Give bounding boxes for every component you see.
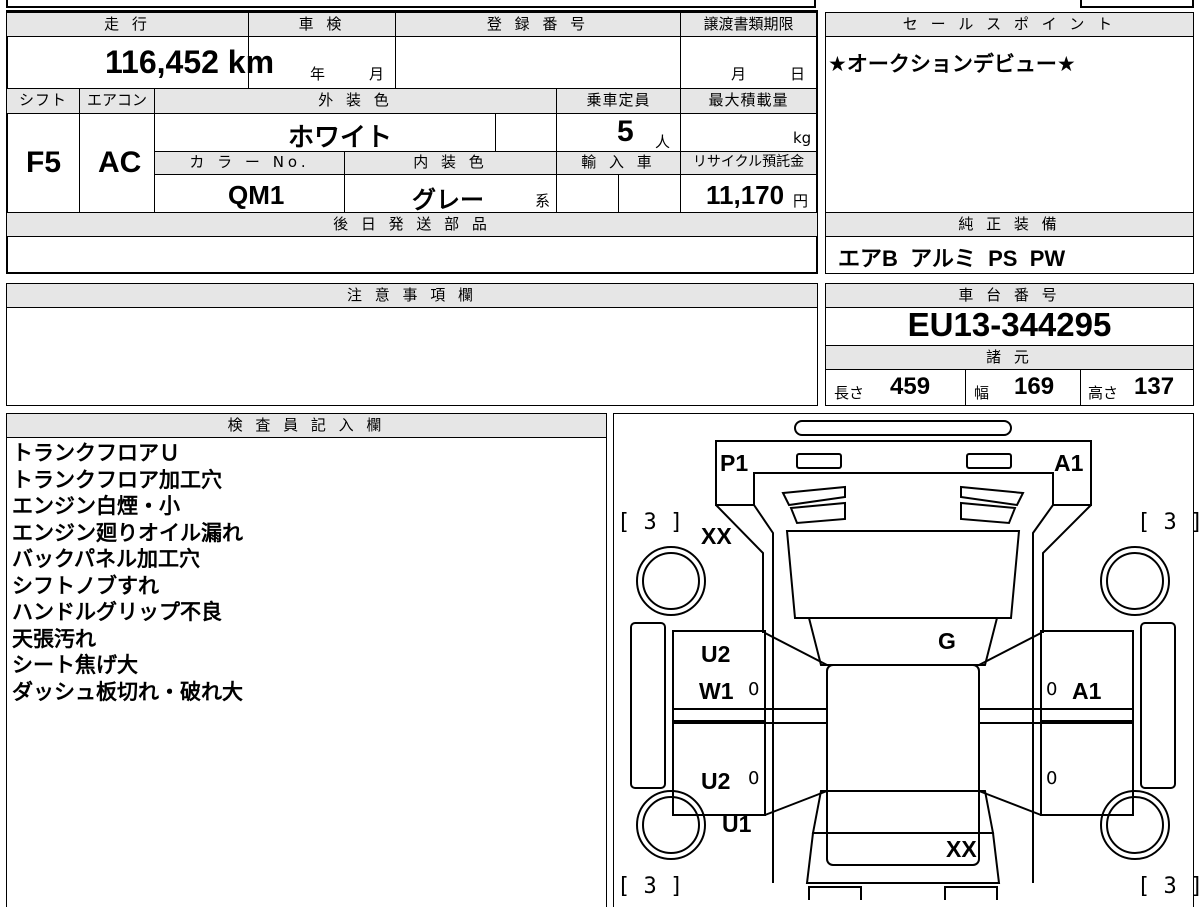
shift-value: F5 [26,146,62,179]
mark-roof: G [938,628,956,654]
top-row-cutoff [6,0,816,8]
inspector-item: 天張汚れ [12,626,96,651]
inspection-year: 年 [310,65,326,83]
inspector-list: トランクフロアＵ トランクフロア加工穴 エンジン白煙・小 エンジン廻りオイル漏れ… [12,440,243,705]
mark-zero-right-1: 0 [1046,679,1058,700]
max-load-unit: kg [793,129,812,147]
header-capacity: 乗車定員 [556,88,681,114]
mark-zero-right-2: 0 [1046,768,1058,789]
cell-exterior-sub [495,113,557,152]
mark-hood: XX [946,836,977,862]
header-max-load: 最大積載量 [680,88,817,114]
interior-color-value: グレー [412,187,484,214]
header-shift: シフト [6,88,80,114]
width-label: 幅 [974,384,990,402]
header-interior-color: 内 装 色 [344,151,557,175]
mark-front-fender-left: U1 [722,811,752,837]
header-equipment: 純 正 装 備 [825,212,1194,237]
cell-later-parts [6,236,818,274]
header-later-parts: 後 日 発 送 部 品 [6,212,818,237]
height-label: 高さ [1088,384,1119,402]
notes-box [6,307,818,406]
width-value: 169 [1014,373,1055,400]
mark-front-door-left: U2 [701,768,731,794]
mark-rear-right: A1 [1054,450,1084,476]
inspector-item: トランクフロアＵ [12,441,180,465]
inspector-item: シート焦げ大 [12,653,138,677]
header-recycle-fee: リサイクル預託金 [680,151,817,175]
exterior-color-value: ホワイト [288,122,393,152]
cell-import [556,174,619,213]
header-sales-point: セ ー ル ス ポ イ ン ト [825,12,1194,37]
inspection-month: 月 [369,65,385,83]
mark-rear-door-left-2: W1 [699,678,734,704]
header-color-no: カ ラ ー No. [154,151,345,175]
inspector-item: ダッシュ板切れ・破れ大 [12,679,243,704]
inspector-item: ハンドルグリップ不良 [12,600,222,624]
interior-color-suffix: 系 [535,192,551,210]
mark-tire-front-left: [ 3 ] [617,874,684,899]
header-specs: 諸 元 [825,345,1194,370]
length-label: 長さ [834,384,865,402]
inspector-item: エンジン廻りオイル漏れ [12,520,243,545]
capacity-unit: 人 [655,133,671,151]
inspector-item: トランクフロア加工穴 [12,467,222,492]
height-value: 137 [1134,373,1175,400]
inspector-item: バックパネル加工穴 [12,547,200,571]
header-transfer-deadline: 譲渡書類期限 [680,12,817,37]
sales-point-text: ★オークションデビュー★ [828,52,1076,76]
mark-tire-rear-left: [ 3 ] [617,510,684,535]
cell-import-sub [618,174,681,213]
header-exterior-color: 外 装 色 [154,88,557,114]
header-chassis: 車 台 番 号 [825,283,1194,308]
mark-rear-door-right: A1 [1072,678,1102,704]
header-mileage: 走 行 [6,12,249,37]
mark-tire-front-right: [ 3 ] [1137,874,1200,899]
header-notes: 注 意 事 項 欄 [6,283,818,308]
chassis-number: EU13-344295 [907,306,1112,343]
header-registration: 登 録 番 号 [395,12,681,37]
aircon-value: AC [98,146,142,179]
recycle-fee-value: 11,170 [706,180,785,210]
header-aircon: エアコン [79,88,155,114]
inspector-item: シフトノブすれ [12,573,159,598]
mark-zero-left-1: 0 [748,679,760,700]
mark-rear-quarter-left: XX [701,523,732,549]
mark-rear-door-left-1: U2 [701,641,731,667]
mark-zero-left-2: 0 [748,768,760,789]
top-row-cutoff-right [1080,0,1194,8]
deadline-day: 日 [790,65,806,83]
equipment-text: エアB アルミ PS PW [838,246,1066,271]
color-no-value: QM1 [228,180,285,210]
capacity-value: 5 [617,115,634,148]
recycle-fee-unit: 円 [793,192,809,210]
header-inspector: 検 査 員 記 入 欄 [6,413,607,438]
mark-rear-left: P1 [720,450,749,476]
header-inspection: 車 検 [248,12,396,37]
inspector-item: エンジン白煙・小 [12,494,180,518]
cell-registration [395,36,681,89]
mark-tire-rear-right: [ 3 ] [1137,510,1200,535]
header-import: 輸 入 車 [556,151,681,175]
deadline-month: 月 [731,65,747,83]
length-value: 459 [890,373,931,400]
